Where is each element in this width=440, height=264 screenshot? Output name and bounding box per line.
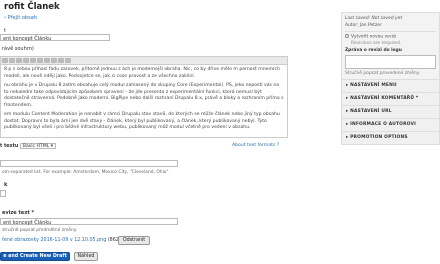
revision-option-2: Revisions are required. <box>351 40 402 46</box>
body-label: rávě souhrn) <box>2 46 34 52</box>
body-paragraph: em modulu Content Moderation je nenabít … <box>4 112 280 130</box>
revision-label: evize text * <box>2 210 35 216</box>
heading-icon[interactable] <box>57 58 64 63</box>
revision-option-1[interactable]: Vytvořit novou revizi <box>345 34 436 40</box>
editor-toolbar <box>0 56 288 65</box>
revision-box: Last saved: Not saved yet Autor: Jan Pet… <box>341 12 440 80</box>
revision-input[interactable]: ent koncept Článku <box>0 218 178 226</box>
sidebar-item-url[interactable]: ▸ NASTAVENÍ URL <box>341 105 440 119</box>
image-icon[interactable] <box>50 58 57 63</box>
title-input[interactable]: ent koncept Článku <box>0 34 110 42</box>
last-saved: Last saved: Not saved yet <box>345 16 403 21</box>
save-draft-button[interactable]: e and Create New Draft <box>0 252 70 261</box>
source-icon[interactable] <box>64 58 71 63</box>
revision-hint: stručně popsat předmětné změny. <box>2 228 78 233</box>
uploaded-file: řené obrazovky 2016-11-09 v 12.10.05.png… <box>2 238 136 243</box>
link-icon[interactable] <box>15 58 22 63</box>
bold-icon[interactable] <box>1 58 8 63</box>
blockquote-icon[interactable] <box>43 58 50 63</box>
format-label: t textu <box>0 144 19 149</box>
numbered-list-icon[interactable] <box>36 58 43 63</box>
back-link[interactable]: ‹ Přejít obsah <box>4 15 37 21</box>
sidebar: Last saved: Not saved yet Autor: Jan Pet… <box>341 12 440 145</box>
format-select[interactable]: Basic HTML ▾ <box>19 143 57 149</box>
body-paragraph: nu obrahu je v Drupalu 8 zatím obsahuje … <box>4 83 284 108</box>
bullet-list-icon[interactable] <box>29 58 36 63</box>
reason-textarea[interactable] <box>345 54 436 69</box>
uploaded-file-link[interactable]: řené obrazovky 2016-11-09 v 12.10.05.png <box>2 238 106 243</box>
image-checkbox[interactable] <box>0 190 6 197</box>
remove-button[interactable]: Odstranit <box>118 236 150 245</box>
radio-icon <box>345 34 349 38</box>
reason-hint: Stručně popsat provedené změny. <box>345 70 421 76</box>
author-info: Autor: Jan Petzer <box>345 23 382 28</box>
sidebar-item-menu[interactable]: ▸ NASTAVENÍ MENU <box>341 79 440 93</box>
italic-icon[interactable] <box>8 58 15 63</box>
format-help-link[interactable]: About text formats ? <box>232 143 279 148</box>
help-icon: ? <box>276 143 280 148</box>
text-format-row: t textu Basic HTML ▾ <box>0 143 57 149</box>
unlink-icon[interactable] <box>22 58 29 63</box>
star-icon[interactable]: ☆ <box>50 2 57 11</box>
sidebar-item-author[interactable]: ▸ INFORMACE O AUTOROVI <box>341 118 440 132</box>
sidebar-item-promotion[interactable]: ▸ PROMOTION OPTIONS <box>341 131 440 145</box>
sidebar-item-comments[interactable]: ▸ NASTAVENÍ KOMENTÁŘŮ * <box>341 92 440 106</box>
image-label: k <box>4 182 8 188</box>
tags-input[interactable] <box>0 160 178 167</box>
body-editor[interactable]: 8 p s sebou příhasí fadu zarovek, přitom… <box>0 65 288 138</box>
body-paragraph: 8 p s sebou příhasí fadu zarovek, přitom… <box>4 67 280 79</box>
reason-label: Zpráva o revizi do logu <box>345 47 402 53</box>
preview-button[interactable]: Náhled <box>74 252 98 261</box>
tags-hint: om-separated list. For example: Amsterda… <box>2 170 169 175</box>
